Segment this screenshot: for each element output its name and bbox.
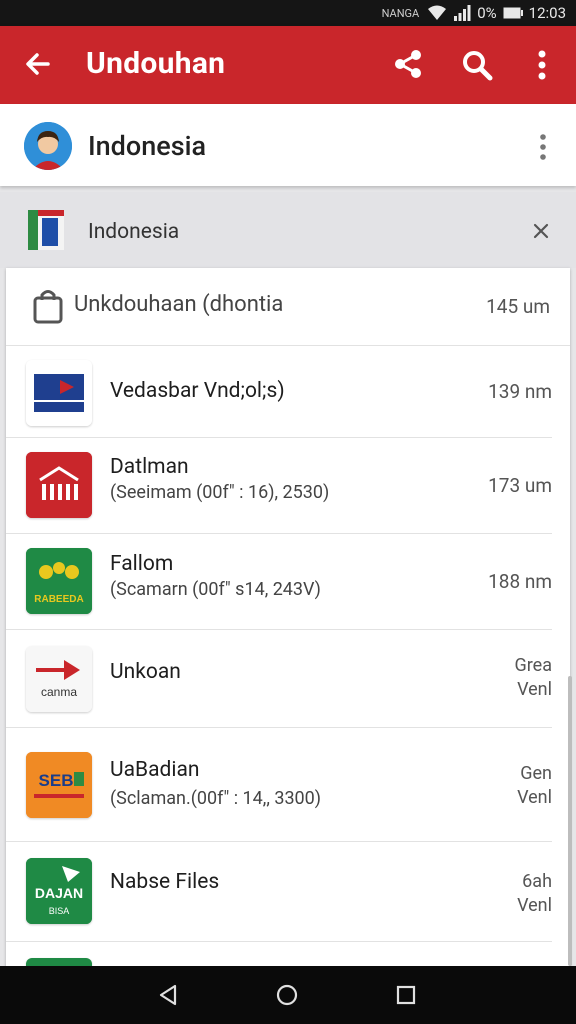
item-size-line1: 6ah <box>522 871 552 892</box>
item-size: Gen Venl <box>517 762 552 810</box>
recents-square-icon[interactable] <box>394 983 418 1007</box>
downloads-card: Unkdouhaan (dhontia 145 um Vedasbar Vnd;… <box>6 268 570 968</box>
card-header: Unkdouhaan (dhontia 145 um <box>6 268 570 346</box>
item-size-line2: Venl <box>517 679 552 700</box>
item-title: Unkoan <box>110 660 181 684</box>
page-title: Undouhan <box>86 46 226 81</box>
more-options-icon[interactable] <box>532 48 552 82</box>
home-circle-icon[interactable] <box>275 983 299 1007</box>
card-total-size: 145 um <box>486 295 550 318</box>
thumb-caption: SEB <box>39 771 74 790</box>
thumb-caption: canma <box>41 685 77 699</box>
item-size: 173 um <box>488 474 552 497</box>
avatar <box>24 122 72 170</box>
list-item[interactable]: RABEEDA Fallom (Scamarn (00f" s14, 243V)… <box>6 534 552 630</box>
back-arrow-icon[interactable] <box>22 48 54 80</box>
item-title: Fallom <box>110 552 174 576</box>
app-thumbnail: canma <box>26 646 92 712</box>
item-size-line1: Grea <box>514 655 552 676</box>
item-size-line2: Venl <box>517 787 552 808</box>
filter-chip-row: Indonesia <box>0 192 576 268</box>
app-thumbnail: RABEEDA <box>26 548 92 614</box>
list-item[interactable]: Vedasbar Vnd;ol;s) 139 nm <box>6 346 552 438</box>
list-item[interactable]: DAJAN BISA Nabse Files 6ah Venl <box>6 842 552 942</box>
app-thumbnail: SEB <box>26 752 92 818</box>
app-bar: Undouhan <box>0 26 576 104</box>
item-title: Vedasbar Vnd;ol;s) <box>110 379 285 403</box>
item-size-line2: Venl <box>517 895 552 916</box>
wifi-icon <box>428 5 447 20</box>
back-triangle-icon[interactable] <box>156 983 180 1007</box>
battery-icon <box>503 7 523 19</box>
navigation-bar <box>0 966 576 1024</box>
status-bar: NANGA 0% 12:03 <box>0 0 576 26</box>
item-size: 139 nm <box>488 380 552 403</box>
account-name: Indonesia <box>88 130 207 162</box>
item-size-line1: Gen <box>520 763 552 784</box>
app-thumbnail <box>26 360 92 426</box>
scrollbar[interactable] <box>568 676 572 966</box>
thumb-caption: BISA <box>49 906 70 916</box>
item-title: Datlman <box>110 455 189 479</box>
carrier-label: NANGA <box>381 6 420 20</box>
item-subtitle: (Seeimam (00f" : 16), 2530) <box>110 482 330 503</box>
list-item[interactable]: canma Unkoan Grea Venl <box>6 630 552 728</box>
item-title: Nabse Files <box>110 870 220 894</box>
filter-label: Indonesia <box>88 220 180 244</box>
search-icon[interactable] <box>460 48 494 82</box>
share-icon[interactable] <box>392 48 424 80</box>
app-thumbnail: DAJAN BISA <box>26 858 92 924</box>
close-icon[interactable] <box>532 222 550 240</box>
list-item[interactable]: SEB UaBadian (Sclaman.(00f" : 14,, 3300)… <box>6 728 552 842</box>
flag-icon <box>28 210 64 250</box>
app-thumbnail <box>26 452 92 518</box>
item-title: UaBadian <box>110 758 200 782</box>
clock: 12:03 <box>528 4 566 22</box>
thumb-caption: DAJAN <box>35 885 83 901</box>
item-subtitle: (Scamarn (00f" s14, 243V) <box>110 579 321 600</box>
item-size: 188 nm <box>488 570 552 593</box>
shopping-bag-icon <box>33 290 63 324</box>
card-title: Unkdouhaan (dhontia <box>74 292 284 317</box>
item-size: 6ah Venl <box>517 870 552 918</box>
list-item[interactable]: Datlman (Seeimam (00f" : 16), 2530) 173 … <box>6 438 552 534</box>
account-row[interactable]: Indonesia <box>0 104 576 186</box>
list-item[interactable] <box>6 942 552 968</box>
thumb-caption: RABEEDA <box>34 594 83 605</box>
account-more-icon[interactable] <box>536 132 550 162</box>
item-subtitle: (Sclaman.(00f" : 14,, 3300) <box>110 788 322 809</box>
item-size: Grea Venl <box>514 654 552 702</box>
battery-percent: 0% <box>477 4 497 22</box>
signal-icon <box>454 5 471 21</box>
